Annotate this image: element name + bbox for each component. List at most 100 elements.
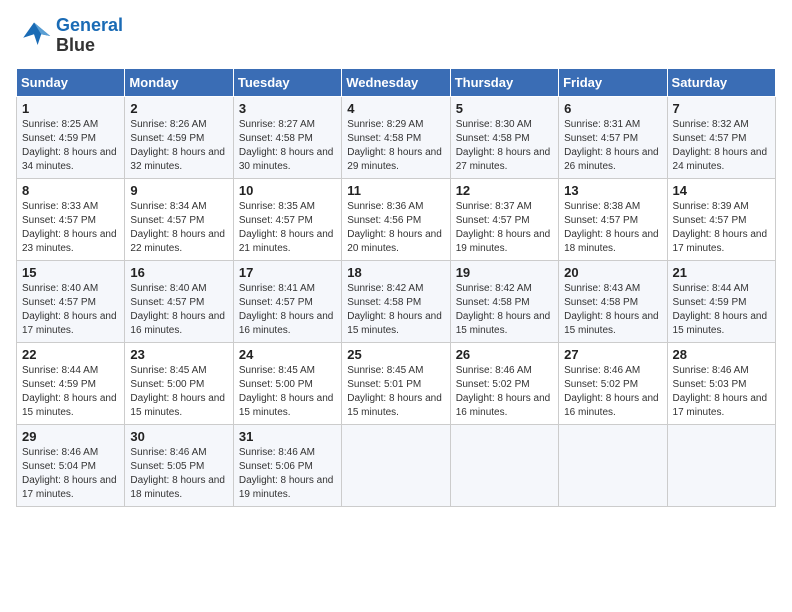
calendar-cell: 28 Sunrise: 8:46 AMSunset: 5:03 PMDayligh… [667, 342, 775, 424]
day-info: Sunrise: 8:34 AMSunset: 4:57 PMDaylight:… [130, 200, 227, 256]
day-number: 5 [456, 101, 553, 116]
day-info: Sunrise: 8:40 AMSunset: 4:57 PMDaylight:… [22, 282, 119, 338]
day-info: Sunrise: 8:30 AMSunset: 4:58 PMDaylight:… [456, 118, 553, 174]
calendar-cell: 5 Sunrise: 8:30 AMSunset: 4:58 PMDaylight… [450, 96, 558, 178]
day-info: Sunrise: 8:27 AMSunset: 4:58 PMDaylight:… [239, 118, 336, 174]
calendar-cell: 29 Sunrise: 8:46 AMSunset: 5:04 PMDayligh… [17, 424, 125, 506]
day-number: 29 [22, 429, 119, 444]
page-header: GeneralBlue [16, 16, 776, 56]
weekday-header: Tuesday [233, 68, 341, 96]
day-info: Sunrise: 8:31 AMSunset: 4:57 PMDaylight:… [564, 118, 661, 174]
day-info: Sunrise: 8:46 AMSunset: 5:02 PMDaylight:… [564, 364, 661, 420]
logo-icon [16, 18, 52, 54]
calendar-cell: 8 Sunrise: 8:33 AMSunset: 4:57 PMDaylight… [17, 178, 125, 260]
calendar-cell: 16 Sunrise: 8:40 AMSunset: 4:57 PMDayligh… [125, 260, 233, 342]
calendar-cell: 12Sunrise: 8:37 AMSunset: 4:57 PMDayligh… [450, 178, 558, 260]
calendar-cell: 27 Sunrise: 8:46 AMSunset: 5:02 PMDayligh… [559, 342, 667, 424]
day-info: Sunrise: 8:36 AMSunset: 4:56 PMDaylight:… [347, 200, 444, 256]
day-info: Sunrise: 8:32 AMSunset: 4:57 PMDaylight:… [673, 118, 770, 174]
day-number: 24 [239, 347, 336, 362]
day-info: Sunrise: 8:35 AMSunset: 4:57 PMDaylight:… [239, 200, 336, 256]
day-info: Sunrise: 8:46 AMSunset: 5:06 PMDaylight:… [239, 446, 336, 502]
day-number: 28 [673, 347, 770, 362]
calendar-cell: 21 Sunrise: 8:44 AMSunset: 4:59 PMDayligh… [667, 260, 775, 342]
day-number: 26 [456, 347, 553, 362]
day-info: Sunrise: 8:46 AMSunset: 5:04 PMDaylight:… [22, 446, 119, 502]
calendar-cell: 18 Sunrise: 8:42 AMSunset: 4:58 PMDayligh… [342, 260, 450, 342]
day-info: Sunrise: 8:46 AMSunset: 5:05 PMDaylight:… [130, 446, 227, 502]
calendar-week-row: 15Sunrise: 8:40 AMSunset: 4:57 PMDayligh… [17, 260, 776, 342]
day-info: Sunrise: 8:38 AMSunset: 4:57 PMDaylight:… [564, 200, 661, 256]
calendar-table: SundayMondayTuesdayWednesdayThursdayFrid… [16, 68, 776, 507]
calendar-cell [559, 424, 667, 506]
calendar-cell: 22 Sunrise: 8:44 AMSunset: 4:59 PMDayligh… [17, 342, 125, 424]
day-number: 27 [564, 347, 661, 362]
day-number: 4 [347, 101, 444, 116]
calendar-cell: 13 Sunrise: 8:38 AMSunset: 4:57 PMDayligh… [559, 178, 667, 260]
day-number: 7 [673, 101, 770, 116]
calendar-cell: 2Sunrise: 8:26 AMSunset: 4:59 PMDaylight… [125, 96, 233, 178]
day-info: Sunrise: 8:42 AMSunset: 4:58 PMDaylight:… [347, 282, 444, 338]
day-number: 3 [239, 101, 336, 116]
day-number: 17 [239, 265, 336, 280]
day-info: Sunrise: 8:37 AMSunset: 4:57 PMDaylight:… [456, 200, 553, 256]
day-info: Sunrise: 8:39 AMSunset: 4:57 PMDaylight:… [673, 200, 770, 256]
day-number: 30 [130, 429, 227, 444]
calendar-cell: 20Sunrise: 8:43 AMSunset: 4:58 PMDayligh… [559, 260, 667, 342]
day-info: Sunrise: 8:33 AMSunset: 4:57 PMDaylight:… [22, 200, 119, 256]
calendar-cell: 9 Sunrise: 8:34 AMSunset: 4:57 PMDaylight… [125, 178, 233, 260]
weekday-header: Saturday [667, 68, 775, 96]
logo: GeneralBlue [16, 16, 123, 56]
calendar-cell: 25Sunrise: 8:45 AMSunset: 5:01 PMDayligh… [342, 342, 450, 424]
calendar-cell [342, 424, 450, 506]
day-info: Sunrise: 8:44 AMSunset: 4:59 PMDaylight:… [22, 364, 119, 420]
calendar-cell: 3 Sunrise: 8:27 AMSunset: 4:58 PMDaylight… [233, 96, 341, 178]
day-info: Sunrise: 8:44 AMSunset: 4:59 PMDaylight:… [673, 282, 770, 338]
calendar-week-row: 1Sunrise: 8:25 AMSunset: 4:59 PMDaylight… [17, 96, 776, 178]
calendar-week-row: 29 Sunrise: 8:46 AMSunset: 5:04 PMDayligh… [17, 424, 776, 506]
day-number: 19 [456, 265, 553, 280]
weekday-header: Thursday [450, 68, 558, 96]
weekday-header: Monday [125, 68, 233, 96]
calendar-cell: 1Sunrise: 8:25 AMSunset: 4:59 PMDaylight… [17, 96, 125, 178]
calendar-cell: 17 Sunrise: 8:41 AMSunset: 4:57 PMDayligh… [233, 260, 341, 342]
calendar-cell [450, 424, 558, 506]
day-number: 13 [564, 183, 661, 198]
calendar-cell: 10 Sunrise: 8:35 AMSunset: 4:57 PMDayligh… [233, 178, 341, 260]
day-info: Sunrise: 8:45 AMSunset: 5:00 PMDaylight:… [239, 364, 336, 420]
day-number: 6 [564, 101, 661, 116]
day-number: 9 [130, 183, 227, 198]
day-info: Sunrise: 8:46 AMSunset: 5:03 PMDaylight:… [673, 364, 770, 420]
day-number: 14 [673, 183, 770, 198]
day-number: 16 [130, 265, 227, 280]
day-number: 20 [564, 265, 661, 280]
logo-text: GeneralBlue [56, 16, 123, 56]
calendar-week-row: 22 Sunrise: 8:44 AMSunset: 4:59 PMDayligh… [17, 342, 776, 424]
calendar-week-row: 8 Sunrise: 8:33 AMSunset: 4:57 PMDaylight… [17, 178, 776, 260]
day-info: Sunrise: 8:45 AMSunset: 5:00 PMDaylight:… [130, 364, 227, 420]
day-info: Sunrise: 8:26 AMSunset: 4:59 PMDaylight:… [130, 118, 227, 174]
day-number: 18 [347, 265, 444, 280]
day-info: Sunrise: 8:29 AMSunset: 4:58 PMDaylight:… [347, 118, 444, 174]
day-number: 8 [22, 183, 119, 198]
weekday-header: Wednesday [342, 68, 450, 96]
calendar-cell: 11Sunrise: 8:36 AMSunset: 4:56 PMDayligh… [342, 178, 450, 260]
day-number: 31 [239, 429, 336, 444]
day-info: Sunrise: 8:46 AMSunset: 5:02 PMDaylight:… [456, 364, 553, 420]
weekday-header: Friday [559, 68, 667, 96]
day-number: 21 [673, 265, 770, 280]
day-info: Sunrise: 8:42 AMSunset: 4:58 PMDaylight:… [456, 282, 553, 338]
calendar-cell: 15Sunrise: 8:40 AMSunset: 4:57 PMDayligh… [17, 260, 125, 342]
day-number: 22 [22, 347, 119, 362]
calendar-cell: 7 Sunrise: 8:32 AMSunset: 4:57 PMDaylight… [667, 96, 775, 178]
day-info: Sunrise: 8:40 AMSunset: 4:57 PMDaylight:… [130, 282, 227, 338]
calendar-cell: 6 Sunrise: 8:31 AMSunset: 4:57 PMDaylight… [559, 96, 667, 178]
calendar-cell: 26 Sunrise: 8:46 AMSunset: 5:02 PMDayligh… [450, 342, 558, 424]
day-info: Sunrise: 8:25 AMSunset: 4:59 PMDaylight:… [22, 118, 119, 174]
day-info: Sunrise: 8:41 AMSunset: 4:57 PMDaylight:… [239, 282, 336, 338]
day-number: 10 [239, 183, 336, 198]
calendar-cell: 19 Sunrise: 8:42 AMSunset: 4:58 PMDayligh… [450, 260, 558, 342]
calendar-cell: 24 Sunrise: 8:45 AMSunset: 5:00 PMDayligh… [233, 342, 341, 424]
weekday-header: Sunday [17, 68, 125, 96]
calendar-cell: 23Sunrise: 8:45 AMSunset: 5:00 PMDayligh… [125, 342, 233, 424]
